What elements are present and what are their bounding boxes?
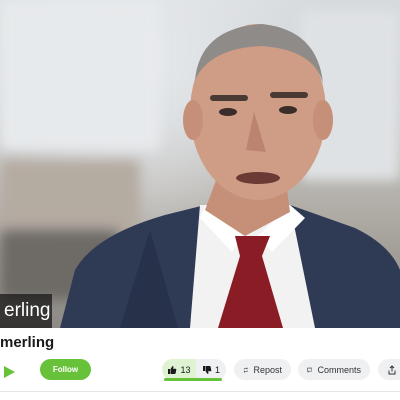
comments-button[interactable]: Comments bbox=[298, 359, 370, 380]
repost-label: Repost bbox=[253, 364, 282, 375]
repost-icon bbox=[243, 366, 248, 373]
comments-label: Comments bbox=[317, 364, 361, 375]
channel-play-icon[interactable] bbox=[2, 365, 16, 379]
speaker-figure bbox=[60, 24, 400, 328]
downvote-count: 1 bbox=[214, 364, 220, 375]
share-button[interactable] bbox=[378, 359, 400, 380]
upvote-count: 13 bbox=[180, 364, 191, 375]
upvote-button[interactable]: 13 bbox=[162, 359, 196, 380]
downvote-button[interactable]: 1 bbox=[196, 359, 226, 380]
comment-icon bbox=[307, 367, 313, 373]
share-icon bbox=[388, 364, 396, 374]
repost-button[interactable]: Repost bbox=[234, 359, 291, 380]
vote-ratio-bar bbox=[164, 378, 222, 381]
follow-button[interactable]: Follow bbox=[40, 359, 91, 380]
thumbs-down-icon bbox=[202, 365, 212, 374]
speaker-name-overlay: erling bbox=[0, 294, 52, 328]
vote-group: 13 1 bbox=[162, 359, 226, 380]
action-bar: Follow 13 1 Repost Comments bbox=[0, 358, 400, 386]
divider bbox=[0, 391, 400, 392]
thumbs-up-icon bbox=[168, 365, 177, 374]
post-title: merling bbox=[0, 334, 55, 351]
video-player[interactable]: erling bbox=[0, 0, 400, 328]
